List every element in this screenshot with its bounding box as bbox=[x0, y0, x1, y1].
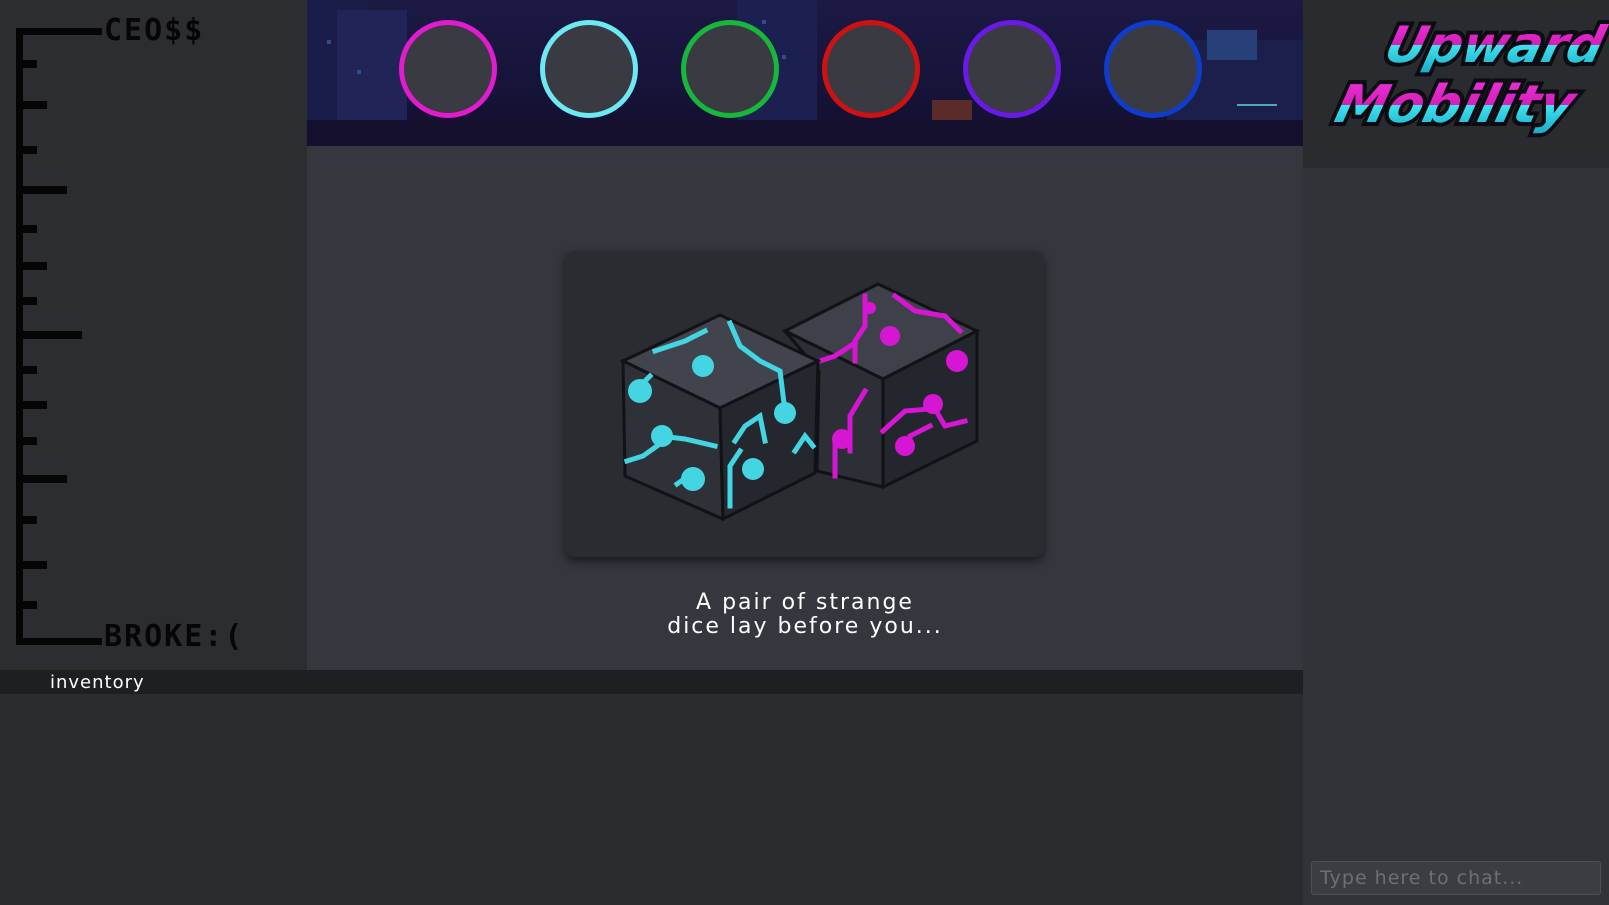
player-slot-4[interactable] bbox=[822, 20, 920, 118]
ladder-tick bbox=[22, 60, 37, 68]
ladder-tick bbox=[22, 475, 67, 483]
player-slot-1[interactable] bbox=[399, 20, 497, 118]
dice-card[interactable] bbox=[565, 251, 1044, 557]
background-window-light bbox=[357, 70, 361, 74]
ladder-tick bbox=[22, 561, 47, 569]
game-stage: A pair of strange dice lay before you... bbox=[307, 146, 1303, 670]
player-slot-5[interactable] bbox=[963, 20, 1061, 118]
ladder-tick bbox=[22, 101, 47, 109]
inventory-label: inventory bbox=[50, 672, 145, 693]
background-window-light bbox=[762, 20, 766, 24]
ladder-tick bbox=[22, 297, 37, 305]
ladder-tick bbox=[22, 516, 37, 524]
dice-illustration bbox=[619, 282, 981, 522]
ladder-top-label: CEO$$ bbox=[104, 13, 205, 48]
logo-panel: Upward Upward Mobility Mobility bbox=[1303, 0, 1609, 168]
chat-input[interactable] bbox=[1311, 861, 1601, 895]
player-slot-6[interactable] bbox=[1104, 20, 1202, 118]
ladder-tick bbox=[22, 186, 67, 194]
ladder-tick bbox=[22, 262, 47, 270]
logo-line-1: Upward bbox=[1380, 16, 1609, 74]
ladder-tick bbox=[22, 225, 37, 233]
ladder-top-rung bbox=[16, 28, 102, 35]
background-neon-line bbox=[1237, 104, 1277, 106]
background-street bbox=[307, 120, 1303, 146]
ladder-bottom-rung bbox=[16, 638, 102, 645]
inventory-area[interactable] bbox=[0, 694, 1303, 905]
cyan-die[interactable] bbox=[619, 313, 822, 522]
event-message-line-2: dice lay before you... bbox=[667, 614, 943, 639]
player-slot-3[interactable] bbox=[681, 20, 779, 118]
ladder-tick bbox=[22, 401, 47, 409]
background-window-light bbox=[782, 55, 786, 59]
ladder-tick bbox=[22, 146, 37, 154]
player-slot-2[interactable] bbox=[540, 20, 638, 118]
game-logo: Upward Upward Mobility Mobility bbox=[1325, 12, 1609, 139]
event-message: A pair of strange dice lay before you... bbox=[555, 591, 1055, 639]
ladder-bottom-label: BROKE:( bbox=[104, 619, 245, 654]
background-window-light bbox=[327, 40, 331, 44]
ladder-tick bbox=[22, 601, 37, 609]
wealth-ladder: CEO$$ BROKE:( bbox=[0, 0, 307, 670]
chat-panel bbox=[1303, 168, 1609, 905]
background-window bbox=[1207, 30, 1257, 60]
inventory-header: inventory bbox=[0, 670, 1303, 694]
event-message-line-1: A pair of strange bbox=[696, 590, 914, 615]
ladder-tick bbox=[22, 331, 82, 339]
ladder-tick bbox=[22, 437, 37, 445]
logo-line-2: Mobility bbox=[1329, 75, 1583, 135]
ladder-tick bbox=[22, 366, 37, 374]
player-banner bbox=[307, 0, 1303, 146]
